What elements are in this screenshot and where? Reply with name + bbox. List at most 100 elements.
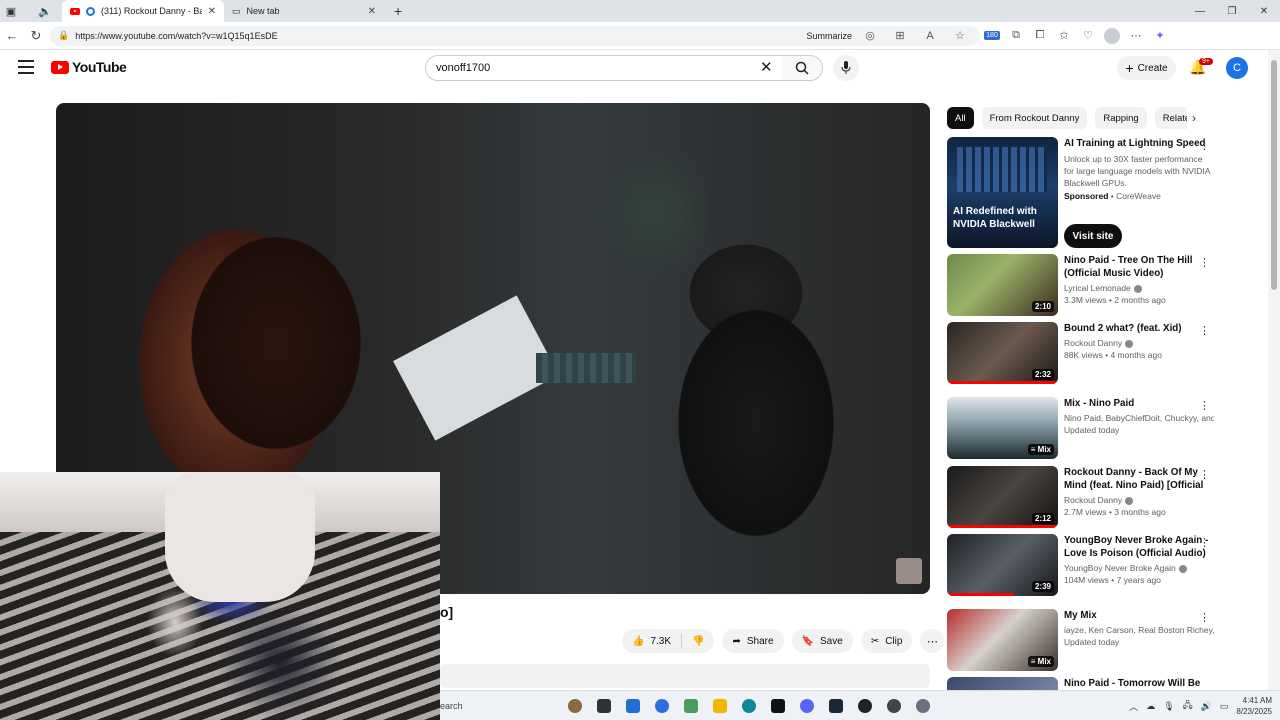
refresh-icon[interactable]: ↻ xyxy=(24,24,48,48)
tab-youtube[interactable]: (311) Rockout Danny - Back ✕ xyxy=(62,0,224,22)
search-input[interactable]: vonoff1700 xyxy=(425,55,783,81)
collections-icon[interactable]: ⧠ xyxy=(1028,24,1052,48)
video-thumbnail[interactable]: 2:39 xyxy=(947,534,1058,596)
search-highlight-icon[interactable] xyxy=(560,691,589,720)
browser-essentials-icon[interactable]: ♡ xyxy=(1076,24,1100,48)
cloud-icon[interactable]: ☁ xyxy=(1146,701,1155,712)
microphone-tray-icon[interactable]: 🎙 xyxy=(1163,701,1174,712)
more-options-icon[interactable]: ⋮ xyxy=(1199,324,1210,337)
task-view-icon[interactable] xyxy=(589,691,618,720)
copilot-summary-icon[interactable]: ◎ xyxy=(858,24,882,48)
volume-icon[interactable]: 🔊 xyxy=(1201,701,1212,712)
search-button[interactable] xyxy=(782,55,823,81)
channel-name[interactable]: YoungBoy Never Broke Again xyxy=(1064,563,1176,573)
description-box[interactable] xyxy=(440,664,930,688)
more-menu-icon[interactable]: ⋯ xyxy=(1124,24,1148,48)
close-tab-icon[interactable]: ✕ xyxy=(368,6,376,17)
favorites-icon[interactable]: ✩ xyxy=(1052,24,1076,48)
menu-icon[interactable] xyxy=(18,60,34,74)
chip-from-rockout-danny[interactable]: From Rockout Danny xyxy=(981,107,1088,129)
tiktok-icon[interactable] xyxy=(763,691,792,720)
avatar[interactable]: C xyxy=(1226,57,1248,79)
page-scrollbar[interactable] xyxy=(1268,50,1280,690)
channel-name[interactable]: Rockout Danny xyxy=(1064,495,1122,505)
phone-link-icon[interactable] xyxy=(676,691,705,720)
dislike-icon[interactable]: 👎 xyxy=(692,636,704,647)
site-info-icon[interactable]: 🔒 xyxy=(58,30,69,41)
list-item[interactable]: ≡ Mix Mix - Nino Paid Nino Paid, BabyChi… xyxy=(947,397,1247,459)
close-window-icon[interactable]: ✕ xyxy=(1248,0,1280,22)
discord-icon[interactable] xyxy=(792,691,821,720)
create-button[interactable]: + Create xyxy=(1117,56,1176,80)
back-icon[interactable]: ← xyxy=(0,24,24,48)
list-item[interactable]: Nino Paid - Tomorrow Will Be xyxy=(947,677,1247,690)
voice-search-button[interactable] xyxy=(833,55,859,81)
list-item[interactable]: 2:10 Nino Paid - Tree On The Hill (Offic… xyxy=(947,254,1247,316)
mix-thumbnail[interactable]: ≡ Mix xyxy=(947,609,1058,671)
maximize-icon[interactable]: ❐ xyxy=(1216,0,1248,22)
more-actions-icon[interactable]: ⋯ xyxy=(920,629,945,653)
taskbar-search[interactable]: earch xyxy=(440,691,560,720)
copilot-app-icon[interactable] xyxy=(647,691,676,720)
new-tab-button[interactable]: + xyxy=(394,3,402,19)
clip-button[interactable]: ✂ Clip xyxy=(860,629,913,653)
minimize-icon[interactable]: — xyxy=(1184,0,1216,22)
chip-related[interactable]: Relate xyxy=(1154,107,1187,129)
settings-icon[interactable] xyxy=(908,691,937,720)
video-thumbnail[interactable]: 2:32 xyxy=(947,322,1058,384)
save-button[interactable]: 🔖 Save xyxy=(791,629,853,653)
profile-icon[interactable] xyxy=(1100,24,1124,48)
app-icon[interactable] xyxy=(879,691,908,720)
channel-name[interactable]: Rockout Danny xyxy=(1064,338,1122,348)
video-stats: Updated today xyxy=(1064,425,1120,435)
battery-icon[interactable]: ▭ xyxy=(1220,701,1229,712)
like-count[interactable]: 7.3K xyxy=(650,636,671,647)
extension-icon[interactable]: 180 xyxy=(980,24,1004,48)
list-item[interactable]: ≡ Mix My Mix iayze, Ken Carson, Real Bos… xyxy=(947,609,1247,671)
chip-rapping[interactable]: Rapping xyxy=(1095,107,1147,129)
chevron-right-icon[interactable]: › xyxy=(1192,111,1196,125)
tab-new-tab[interactable]: ▭ New tab ✕ xyxy=(224,0,384,22)
chip-all[interactable]: All xyxy=(947,107,974,129)
more-options-icon[interactable]: ⋮ xyxy=(1199,139,1210,152)
more-options-icon[interactable]: ⋮ xyxy=(1199,399,1210,412)
url-field[interactable]: 🔒 https://www.youtube.com/watch?v=w1Q15q… xyxy=(50,24,980,48)
store-icon[interactable] xyxy=(618,691,647,720)
more-options-icon[interactable]: ⋮ xyxy=(1199,256,1210,269)
more-options-icon[interactable]: ⋮ xyxy=(1199,536,1210,549)
chevron-up-icon[interactable]: ︿ xyxy=(1129,700,1138,713)
more-options-icon[interactable]: ⋮ xyxy=(1199,611,1210,624)
more-options-icon[interactable]: ⋮ xyxy=(1199,468,1210,481)
youtube-logo[interactable]: YouTube xyxy=(51,59,127,75)
read-aloud-icon[interactable]: A xyxy=(918,24,942,48)
mix-thumbnail[interactable]: ≡ Mix xyxy=(947,397,1058,459)
steam-icon[interactable] xyxy=(821,691,850,720)
favorite-star-icon[interactable]: ☆ xyxy=(948,24,972,48)
close-tab-icon[interactable]: ✕ xyxy=(208,6,216,17)
copilot-icon[interactable]: ✦ xyxy=(1148,24,1172,48)
clock[interactable]: 4:41 AM 8/23/2025 xyxy=(1236,695,1272,717)
clear-search-icon[interactable]: ✕ xyxy=(760,58,773,76)
edge-icon[interactable] xyxy=(734,691,763,720)
channel-watermark[interactable] xyxy=(896,558,922,584)
visit-site-button[interactable]: Visit site xyxy=(1064,224,1122,248)
video-thumbnail[interactable]: 2:10 xyxy=(947,254,1058,316)
speaker-icon[interactable]: 🔈 xyxy=(34,0,56,22)
split-view-icon[interactable]: ⊞ xyxy=(888,24,912,48)
network-icon[interactable]: 🖧 xyxy=(1183,698,1193,714)
like-icon[interactable]: 👍 xyxy=(632,636,644,647)
summarize-button[interactable]: Summarize xyxy=(806,31,852,41)
video-thumbnail[interactable]: 2:12 xyxy=(947,466,1058,528)
obs-icon[interactable] xyxy=(850,691,879,720)
scrollbar-thumb[interactable] xyxy=(1271,60,1277,290)
file-explorer-icon[interactable] xyxy=(705,691,734,720)
video-thumbnail[interactable] xyxy=(947,677,1058,690)
ad-thumbnail[interactable]: AI Redefined with NVIDIA Blackwell xyxy=(947,137,1058,248)
list-item[interactable]: 2:39 YoungBoy Never Broke Again - Love I… xyxy=(947,534,1247,596)
channel-name[interactable]: Lyrical Lemonade xyxy=(1064,283,1131,293)
list-item[interactable]: 2:12 Rockout Danny - Back Of My Mind (fe… xyxy=(947,466,1247,528)
extensions-puzzle-icon[interactable]: ⧉ xyxy=(1004,24,1028,48)
tab-actions-icon[interactable]: ▣ xyxy=(0,0,22,22)
share-button[interactable]: ➦ Share xyxy=(722,629,784,653)
list-item[interactable]: 2:32 Bound 2 what? (feat. Xid) Rockout D… xyxy=(947,322,1247,384)
